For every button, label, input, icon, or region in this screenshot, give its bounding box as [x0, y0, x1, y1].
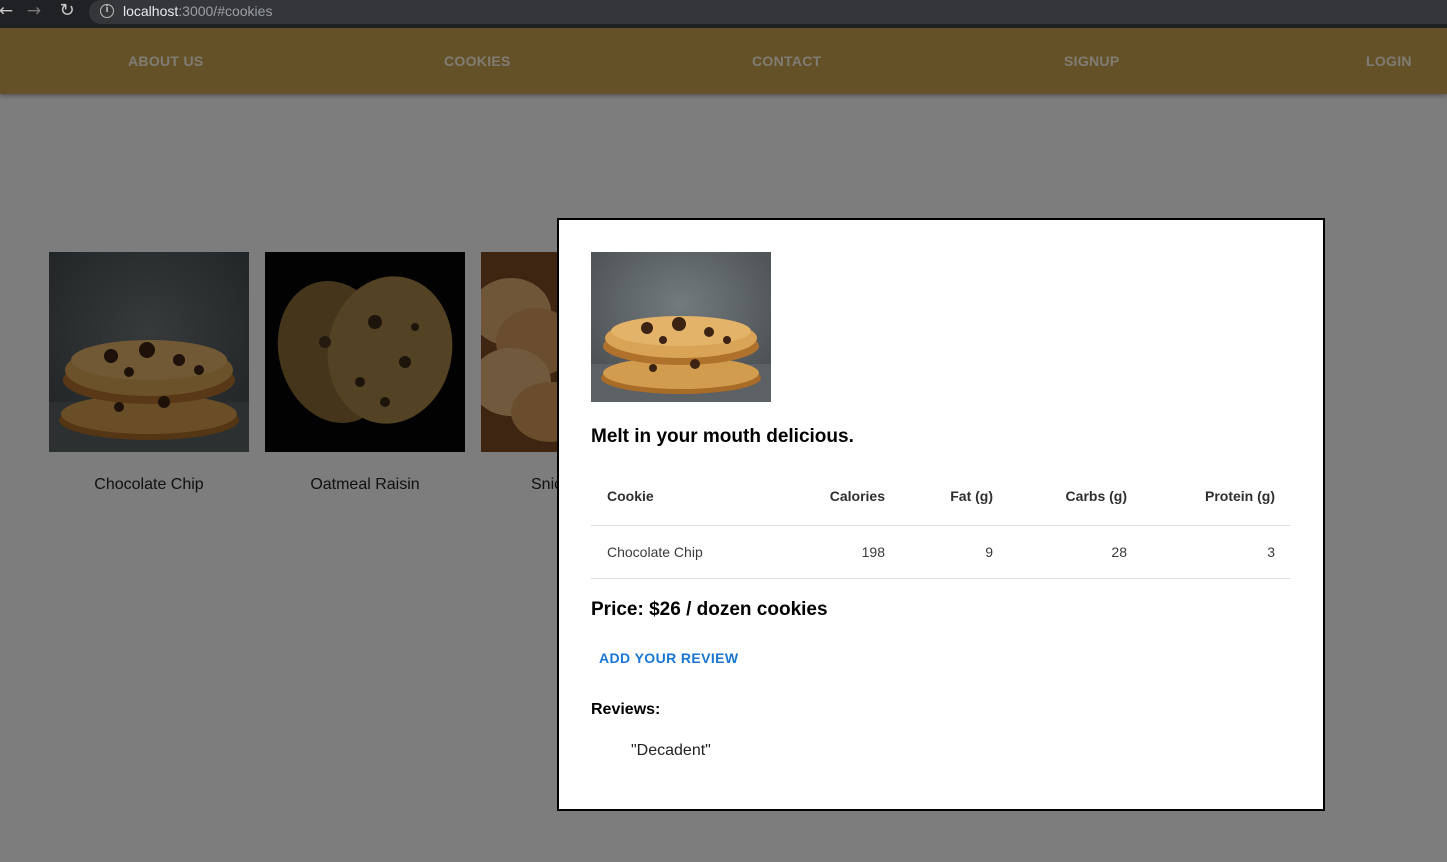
cookie-detail-modal: Melt in your mouth delicious. Cookie Cal…	[557, 218, 1325, 811]
back-arrow-icon[interactable]: ←	[0, 0, 18, 24]
price-label: Price: $26 / dozen cookies	[591, 599, 828, 620]
address-bar[interactable]: i localhost:3000/#cookies	[89, 0, 1447, 24]
column-header-protein: Protein (g)	[1143, 467, 1291, 526]
url-text[interactable]: localhost:3000/#cookies	[123, 3, 272, 19]
cookie-detail-image	[591, 252, 771, 402]
reload-icon[interactable]: ↻	[55, 0, 79, 24]
info-icon[interactable]: i	[100, 4, 114, 18]
table-header-row: Cookie Calories Fat (g) Carbs (g) Protei…	[591, 467, 1291, 526]
url-host: localhost	[123, 3, 179, 19]
cell-carbs: 28	[1009, 525, 1143, 579]
cell-calories: 198	[771, 525, 901, 579]
column-header-cookie: Cookie	[591, 467, 771, 526]
column-header-fat: Fat (g)	[901, 467, 1009, 526]
cell-cookie: Chocolate Chip	[591, 525, 771, 579]
column-header-carbs: Carbs (g)	[1009, 467, 1143, 526]
add-review-button[interactable]: ADD YOUR REVIEW	[591, 644, 747, 672]
browser-toolbar: ← → ↻ i localhost:3000/#cookies	[0, 0, 1447, 28]
column-header-calories: Calories	[771, 467, 901, 526]
nutrition-table: Cookie Calories Fat (g) Carbs (g) Protei…	[591, 467, 1291, 579]
review-item: "Decadent"	[631, 742, 711, 759]
reviews-heading: Reviews:	[591, 701, 661, 718]
table-row: Chocolate Chip 198 9 28 3	[591, 525, 1291, 579]
cell-protein: 3	[1143, 525, 1291, 579]
cookie-tagline: Melt in your mouth delicious.	[591, 426, 854, 447]
url-path: :3000/#cookies	[178, 3, 273, 19]
forward-arrow-icon[interactable]: →	[22, 0, 46, 24]
cell-fat: 9	[901, 525, 1009, 579]
